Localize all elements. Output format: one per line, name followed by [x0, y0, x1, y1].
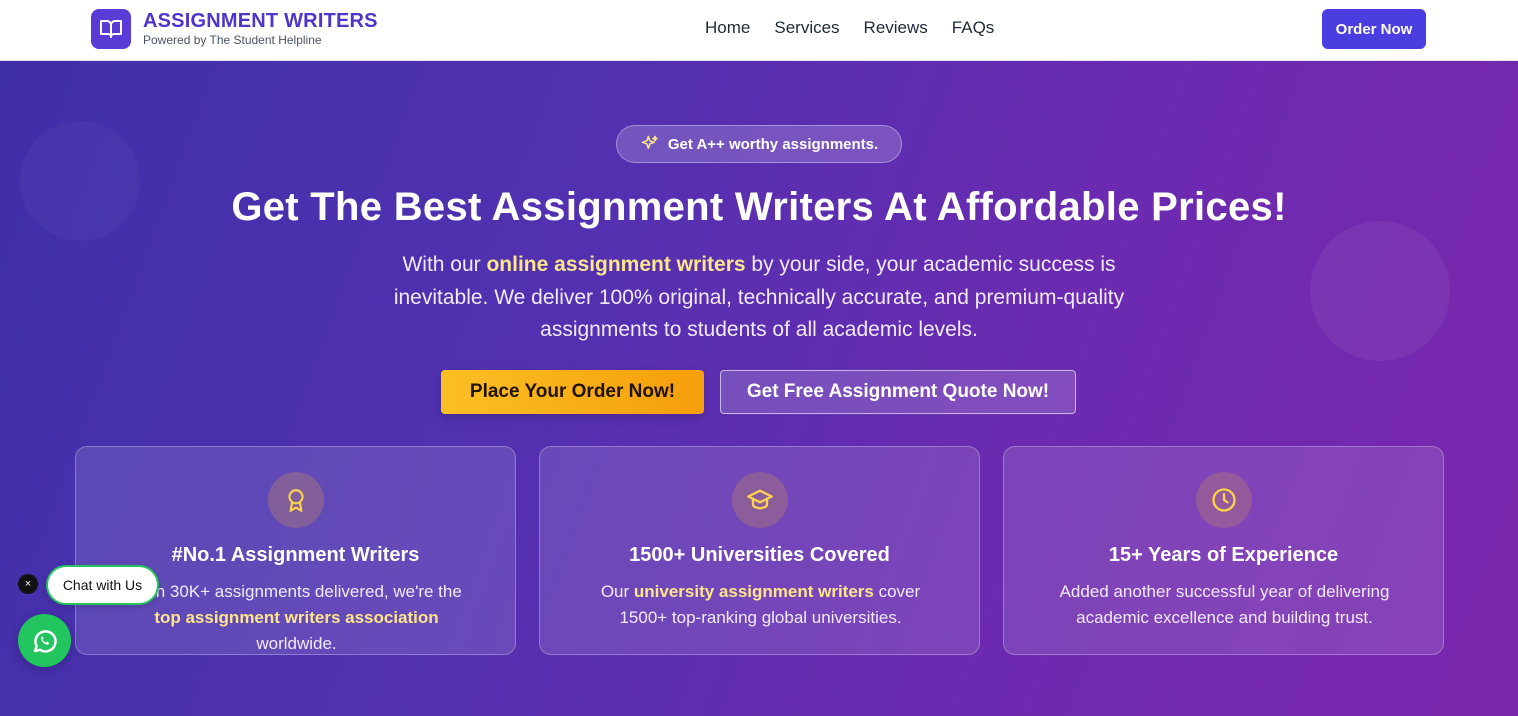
whatsapp-button[interactable]: [18, 614, 71, 667]
graduation-cap-icon: [747, 489, 773, 510]
card-text: With 30K+ assignments delivered, we're t…: [116, 579, 477, 657]
clock-icon: [1212, 488, 1236, 512]
lead-text: With our: [402, 253, 487, 276]
nav-home[interactable]: Home: [705, 17, 750, 39]
card-text: Our university assignment writers cover …: [580, 579, 941, 631]
decorative-circle: [1310, 221, 1450, 361]
card-icon-wrap: [732, 472, 788, 528]
place-order-button[interactable]: Place Your Order Now!: [441, 370, 704, 414]
chat-with-us-button[interactable]: Chat with Us: [46, 565, 159, 605]
card-text: Added another successful year of deliver…: [1044, 579, 1405, 631]
brand-tagline: Powered by The Student Helpline: [143, 33, 322, 47]
nav-services[interactable]: Services: [774, 17, 839, 39]
feature-card-experience: 15+ Years of Experience Added another su…: [1003, 446, 1444, 655]
card-text-part: With 30K+ assignments delivered, we're t…: [131, 582, 462, 601]
card-text-part: worldwide.: [256, 634, 337, 653]
card-icon-wrap: [268, 472, 324, 528]
hero-section: Get A++ worthy assignments. Get The Best…: [0, 61, 1518, 716]
card-title: #No.1 Assignment Writers: [171, 544, 420, 566]
feature-card-top-writers: #No.1 Assignment Writers With 30K+ assig…: [75, 446, 516, 655]
card-title: 1500+ Universities Covered: [629, 544, 890, 566]
card-text-part: Our: [600, 582, 634, 601]
card-highlight-link[interactable]: university assignment writers: [634, 582, 874, 601]
card-icon-wrap: [1196, 472, 1252, 528]
hero-badge-text: Get A++ worthy assignments.: [667, 135, 879, 153]
card-highlight-link[interactable]: top assignment writers association: [154, 608, 438, 627]
lead-highlight-link[interactable]: online assignment writers: [486, 253, 745, 276]
award-ribbon-icon: [288, 489, 304, 512]
hero-headline: Get The Best Assignment Writers At Affor…: [231, 185, 1287, 229]
card-title: 15+ Years of Experience: [1108, 544, 1339, 566]
order-now-button[interactable]: Order Now: [1322, 9, 1426, 49]
logo[interactable]: [91, 9, 131, 49]
site-header: ASSIGNMENT WRITERS Powered by The Studen…: [0, 0, 1518, 61]
hero-lead: With our online assignment writers by yo…: [380, 249, 1138, 347]
nav-faqs[interactable]: FAQs: [952, 17, 995, 39]
feature-card-universities: 1500+ Universities Covered Our universit…: [539, 446, 980, 655]
card-text-part: Added another successful year of deliver…: [1059, 582, 1390, 627]
chat-close-button[interactable]: ×: [18, 574, 38, 594]
nav-reviews[interactable]: Reviews: [864, 17, 928, 39]
free-quote-button[interactable]: Get Free Assignment Quote Now!: [720, 370, 1076, 414]
main-nav: Home Services Reviews FAQs: [705, 17, 1018, 39]
sparkles-icon: [641, 135, 658, 149]
hero-badge: Get A++ worthy assignments.: [616, 125, 902, 163]
open-book-icon: [100, 20, 122, 38]
brand-name: ASSIGNMENT WRITERS: [143, 10, 378, 32]
whatsapp-icon: [33, 629, 57, 653]
brand[interactable]: ASSIGNMENT WRITERS Powered by The Studen…: [143, 10, 378, 48]
